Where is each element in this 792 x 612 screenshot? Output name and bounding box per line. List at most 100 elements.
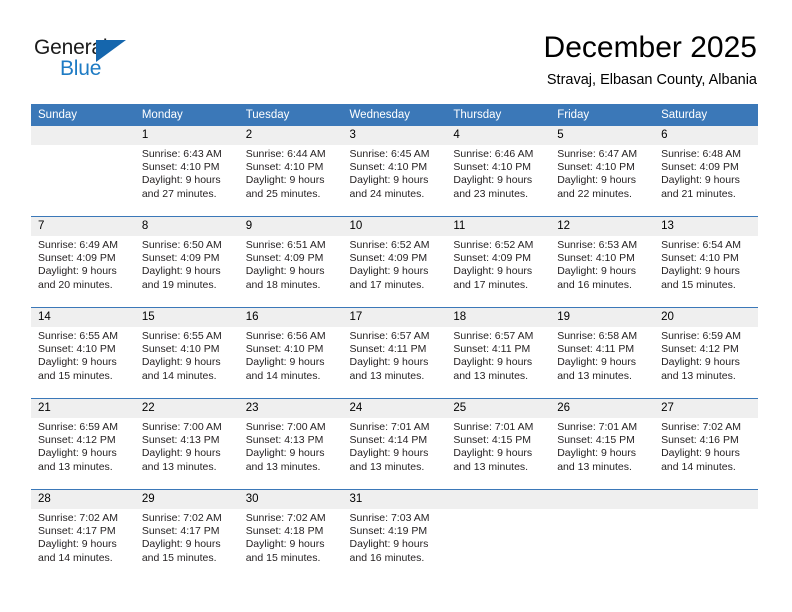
sunrise-text: Sunrise: 6:57 AM: [453, 330, 534, 342]
weekday-header-wednesday: Wednesday: [342, 104, 447, 126]
calendar-day-cell[interactable]: 14 Sunrise: 6:55 AM Sunset: 4:10 PM Dayligh…: [31, 307, 135, 399]
calendar-day-cell[interactable]: 22 Sunrise: 7:00 AM Sunset: 4:13 PM Dayligh…: [134, 398, 239, 490]
sunrise-text: Sunrise: 6:44 AM: [245, 148, 326, 160]
sunrise-text: Sunrise: 6:50 AM: [141, 239, 222, 251]
sunset-text: Sunset: 4:10 PM: [661, 252, 739, 265]
day-number: 28: [31, 490, 135, 509]
day-details: Sunrise: 7:02 AM Sunset: 4:16 PM Daylight:…: [654, 418, 758, 489]
daylight-text-line2: and 16 minutes.: [557, 278, 632, 291]
calendar-week-row: 1 Sunrise: 6:43 AM Sunset: 4:10 PM Daylight…: [31, 126, 758, 217]
calendar-day-cell[interactable]: 21 Sunrise: 6:59 AM Sunset: 4:12 PM Dayligh…: [31, 398, 135, 490]
daylight-text-line2: and 18 minutes.: [245, 278, 321, 291]
calendar-day-cell[interactable]: 16 Sunrise: 6:56 AM Sunset: 4:10 PM Dayligh…: [238, 307, 343, 399]
sunrise-text: Sunrise: 6:51 AM: [245, 239, 326, 251]
calendar-day-cell[interactable]: 29 Sunrise: 7:02 AM Sunset: 4:17 PM Dayligh…: [134, 489, 239, 580]
sunset-text: Sunset: 4:09 PM: [38, 252, 116, 265]
daylight-text-line1: Daylight: 9 hours: [245, 538, 325, 551]
day-details: [550, 509, 654, 580]
daylight-text-line1: Daylight: 9 hours: [245, 174, 325, 187]
day-number: 5: [550, 126, 655, 145]
calendar-day-cell[interactable]: 5 Sunrise: 6:47 AM Sunset: 4:10 PM Daylight…: [550, 126, 655, 217]
title-block: December 2025 Stravaj, Elbasan County, A…: [544, 30, 757, 89]
calendar-day-cell[interactable]: 28 Sunrise: 7:02 AM Sunset: 4:17 PM Dayligh…: [31, 489, 135, 580]
calendar-day-cell[interactable]: 30 Sunrise: 7:02 AM Sunset: 4:18 PM Dayligh…: [238, 489, 343, 580]
daylight-text-line1: Daylight: 9 hours: [349, 174, 429, 187]
daylight-text-line1: Daylight: 9 hours: [141, 538, 221, 551]
daylight-text-line2: and 15 minutes.: [141, 551, 217, 564]
calendar-day-cell[interactable]: 4 Sunrise: 6:46 AM Sunset: 4:10 PM Daylight…: [446, 126, 551, 217]
daylight-text-line1: Daylight: 9 hours: [349, 356, 429, 369]
calendar-day-cell[interactable]: 11 Sunrise: 6:52 AM Sunset: 4:09 PM Dayligh…: [446, 216, 551, 308]
calendar-day-cell[interactable]: 6 Sunrise: 6:48 AM Sunset: 4:09 PM Daylight…: [654, 126, 758, 217]
calendar-day-cell[interactable]: 1 Sunrise: 6:43 AM Sunset: 4:10 PM Daylight…: [134, 126, 239, 217]
sunset-text: Sunset: 4:16 PM: [661, 434, 739, 447]
day-number: [446, 490, 551, 509]
sunset-text: Sunset: 4:17 PM: [141, 525, 220, 538]
day-details: Sunrise: 6:46 AM Sunset: 4:10 PM Daylight:…: [446, 145, 550, 216]
calendar-day-cell[interactable]: 15 Sunrise: 6:55 AM Sunset: 4:10 PM Dayligh…: [134, 307, 239, 399]
calendar-header-row: Sunday Monday Tuesday Wednesday Thursday Frid…: [31, 104, 758, 126]
page-header: General Blue December 2025 Stravaj, Elba…: [0, 0, 792, 100]
day-details: Sunrise: 7:00 AM Sunset: 4:13 PM Daylight:…: [135, 418, 239, 489]
sunrise-text: Sunrise: 6:49 AM: [38, 239, 118, 251]
daylight-text-line2: and 27 minutes.: [141, 187, 217, 200]
calendar-day-cell[interactable]: 23 Sunrise: 7:00 AM Sunset: 4:13 PM Dayligh…: [238, 398, 343, 490]
sunrise-text: Sunrise: 7:01 AM: [557, 421, 638, 433]
sunrise-text: Sunrise: 6:52 AM: [349, 239, 430, 251]
calendar-day-cell[interactable]: 13 Sunrise: 6:54 AM Sunset: 4:10 PM Dayligh…: [654, 216, 758, 308]
sunset-text: Sunset: 4:11 PM: [349, 343, 427, 356]
calendar-day-cell[interactable]: 12 Sunrise: 6:53 AM Sunset: 4:10 PM Dayligh…: [550, 216, 655, 308]
day-number: [31, 126, 135, 145]
calendar-day-cell[interactable]: 26 Sunrise: 7:01 AM Sunset: 4:15 PM Dayligh…: [550, 398, 655, 490]
daylight-text-line2: and 25 minutes.: [245, 187, 321, 200]
day-details: Sunrise: 6:58 AM Sunset: 4:11 PM Daylight:…: [550, 327, 654, 398]
day-details: Sunrise: 6:52 AM Sunset: 4:09 PM Daylight:…: [446, 236, 550, 307]
calendar-day-cell[interactable]: 31 Sunrise: 7:03 AM Sunset: 4:19 PM Dayligh…: [342, 489, 447, 580]
daylight-text-line1: Daylight: 9 hours: [38, 356, 117, 369]
calendar-day-cell[interactable]: 8 Sunrise: 6:50 AM Sunset: 4:09 PM Daylight…: [134, 216, 239, 308]
sunrise-text: Sunrise: 7:02 AM: [38, 512, 118, 524]
sunset-text: Sunset: 4:15 PM: [453, 434, 532, 447]
day-details: Sunrise: 6:56 AM Sunset: 4:10 PM Daylight:…: [239, 327, 343, 398]
calendar-day-cell[interactable]: 17 Sunrise: 6:57 AM Sunset: 4:11 PM Dayligh…: [342, 307, 447, 399]
sunrise-text: Sunrise: 6:55 AM: [38, 330, 118, 342]
day-details: Sunrise: 6:47 AM Sunset: 4:10 PM Daylight:…: [550, 145, 654, 216]
day-details: Sunrise: 6:54 AM Sunset: 4:10 PM Daylight:…: [654, 236, 758, 307]
calendar-day-cell[interactable]: 9 Sunrise: 6:51 AM Sunset: 4:09 PM Daylight…: [238, 216, 343, 308]
day-details: [654, 509, 758, 580]
page-title: December 2025: [543, 31, 757, 64]
calendar-day-cell[interactable]: 24 Sunrise: 7:01 AM Sunset: 4:14 PM Dayligh…: [342, 398, 447, 490]
calendar-week-row: 14 Sunrise: 6:55 AM Sunset: 4:10 PM Dayligh…: [31, 307, 758, 399]
daylight-text-line2: and 13 minutes.: [453, 369, 529, 382]
day-number: [550, 490, 655, 509]
calendar-day-cell[interactable]: 20 Sunrise: 6:59 AM Sunset: 4:12 PM Dayligh…: [654, 307, 758, 399]
sunrise-text: Sunrise: 6:59 AM: [38, 421, 118, 433]
sunset-text: Sunset: 4:10 PM: [141, 343, 220, 356]
calendar-day-cell[interactable]: 18 Sunrise: 6:57 AM Sunset: 4:11 PM Dayligh…: [446, 307, 551, 399]
general-blue-logo[interactable]: General Blue: [34, 36, 144, 82]
daylight-text-line1: Daylight: 9 hours: [38, 265, 117, 278]
day-details: Sunrise: 6:48 AM Sunset: 4:09 PM Daylight:…: [654, 145, 758, 216]
daylight-text-line1: Daylight: 9 hours: [557, 174, 637, 187]
sunset-text: Sunset: 4:12 PM: [661, 343, 739, 356]
day-details: Sunrise: 7:02 AM Sunset: 4:18 PM Daylight:…: [239, 509, 343, 580]
calendar-day-cell[interactable]: 25 Sunrise: 7:01 AM Sunset: 4:15 PM Dayligh…: [446, 398, 551, 490]
sunset-text: Sunset: 4:15 PM: [557, 434, 635, 447]
day-number: 13: [654, 217, 758, 236]
calendar-day-cell[interactable]: 19 Sunrise: 6:58 AM Sunset: 4:11 PM Dayligh…: [550, 307, 655, 399]
calendar-body: 1 Sunrise: 6:43 AM Sunset: 4:10 PM Daylight…: [31, 126, 758, 580]
daylight-text-line2: and 13 minutes.: [661, 369, 736, 382]
calendar-day-cell[interactable]: 3 Sunrise: 6:45 AM Sunset: 4:10 PM Daylight…: [342, 126, 447, 217]
day-number: 16: [238, 308, 343, 327]
daylight-text-line1: Daylight: 9 hours: [453, 265, 533, 278]
calendar-day-cell[interactable]: 27 Sunrise: 7:02 AM Sunset: 4:16 PM Dayligh…: [654, 398, 758, 490]
sunrise-text: Sunrise: 6:48 AM: [661, 148, 742, 160]
calendar-day-cell[interactable]: 2 Sunrise: 6:44 AM Sunset: 4:10 PM Daylight…: [238, 126, 343, 217]
calendar-day-cell[interactable]: 7 Sunrise: 6:49 AM Sunset: 4:09 PM Daylight…: [31, 216, 135, 308]
sunrise-text: Sunrise: 7:00 AM: [245, 421, 326, 433]
daylight-text-line2: and 13 minutes.: [557, 369, 632, 382]
daylight-text-line2: and 20 minutes.: [38, 278, 113, 291]
calendar-day-cell[interactable]: 10 Sunrise: 6:52 AM Sunset: 4:09 PM Dayligh…: [342, 216, 447, 308]
day-details: Sunrise: 7:02 AM Sunset: 4:17 PM Daylight:…: [135, 509, 239, 580]
sunrise-text: Sunrise: 7:03 AM: [349, 512, 430, 524]
